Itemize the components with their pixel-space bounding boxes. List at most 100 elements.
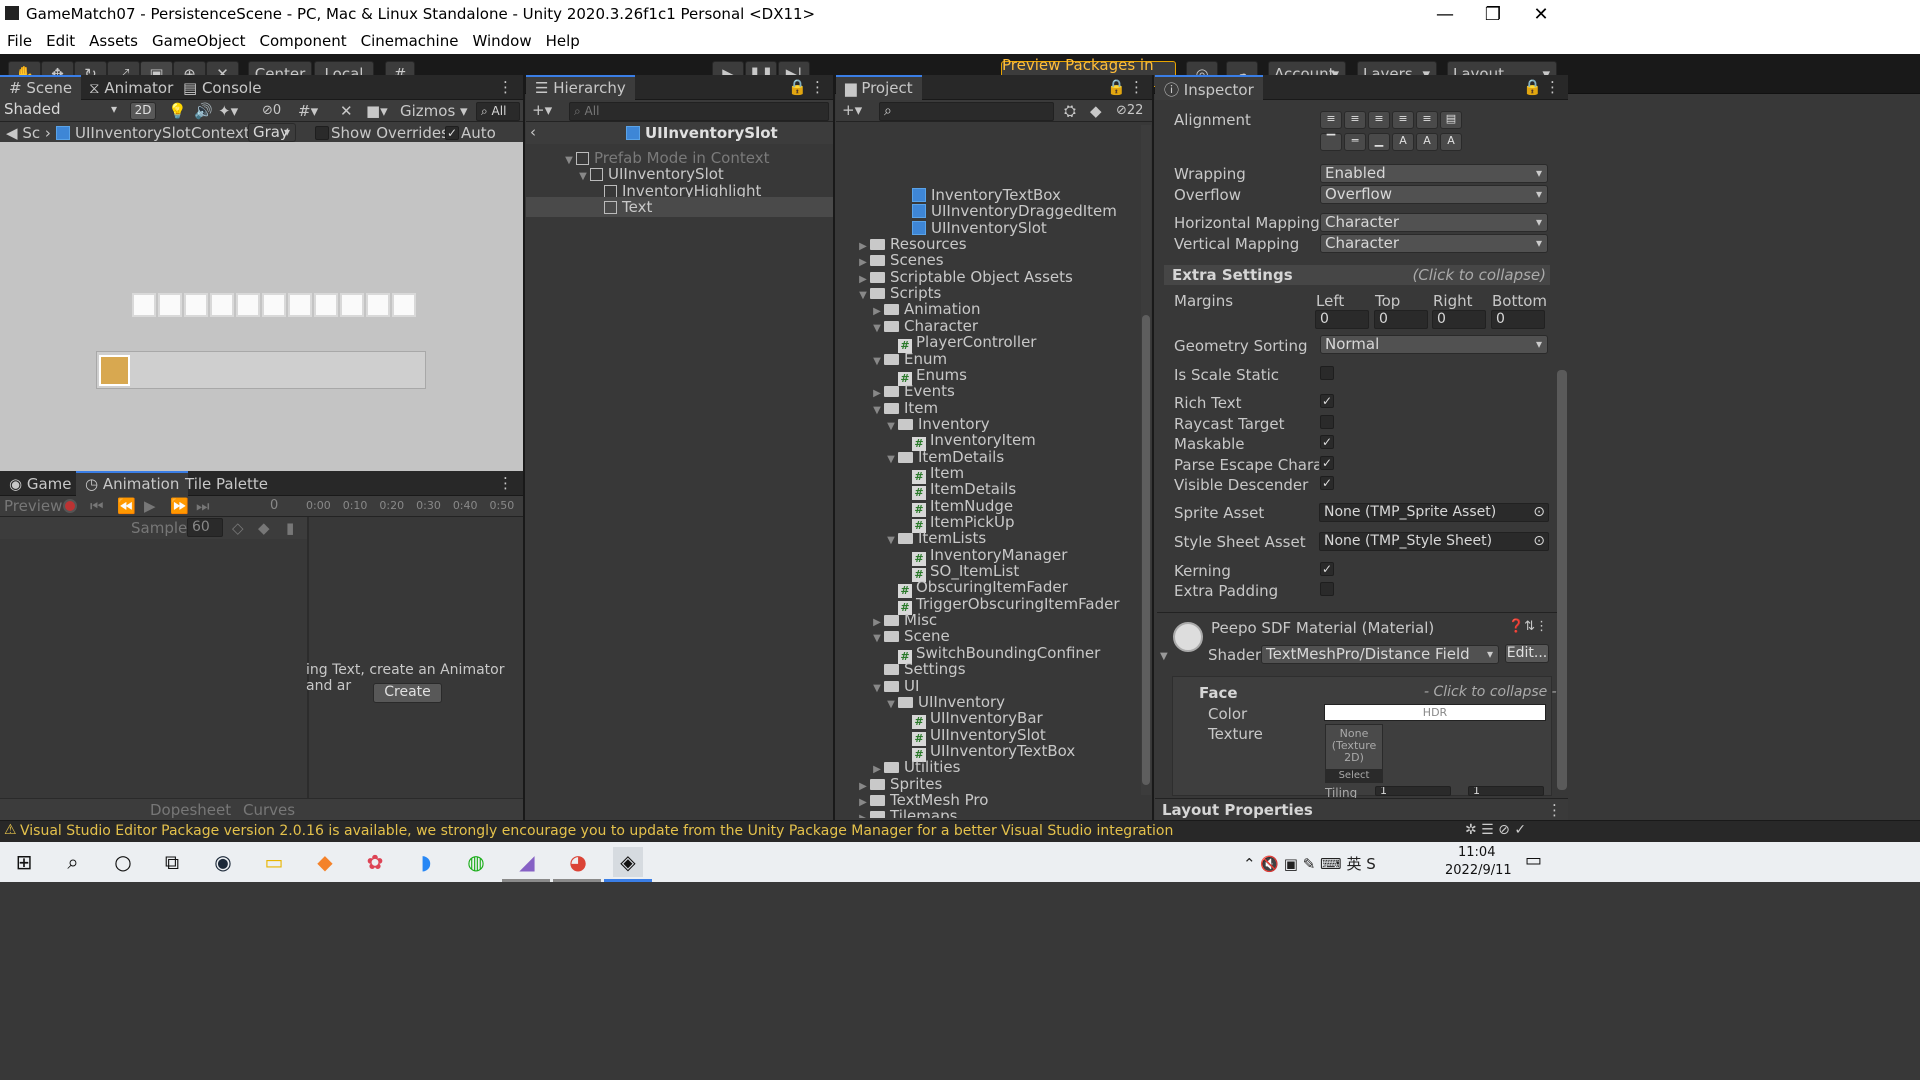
tab-project[interactable]: ▆ Project (836, 75, 922, 100)
scale-static-checkbox[interactable] (1320, 366, 1334, 380)
gaming-app-icon[interactable]: ◆ (310, 847, 340, 877)
inspector-scrollbar-thumb[interactable] (1557, 370, 1567, 790)
first-keyframe-icon[interactable]: ⏮ (90, 497, 104, 515)
menu-gameobject[interactable]: GameObject (145, 28, 253, 50)
visible-descender-checkbox[interactable]: ✓ (1320, 476, 1334, 490)
shader-dropdown[interactable]: TextMeshPro/Distance Field (1261, 645, 1499, 664)
face-color-swatch[interactable]: HDR (1324, 704, 1546, 721)
expand-arrow-icon[interactable]: ▼ (870, 401, 884, 421)
hierarchy-item[interactable]: Text (526, 197, 833, 218)
cortana-icon[interactable]: ○ (108, 847, 138, 877)
align-middle-icon[interactable]: ═ (1344, 133, 1366, 151)
task-view-icon[interactable]: ⧉ (157, 847, 187, 877)
sprite-asset-field[interactable]: None (TMP_Sprite Asset) ⊙ (1319, 503, 1549, 522)
style-sheet-field[interactable]: None (TMP_Style Sheet) ⊙ (1319, 532, 1549, 551)
expand-arrow-icon[interactable]: ▼ (870, 679, 884, 699)
close-button[interactable]: ✕ (1512, 0, 1570, 28)
shading-dropdown[interactable]: Shaded (0, 101, 122, 120)
expand-arrow-icon[interactable]: ▼ (870, 629, 884, 649)
expand-arrow-icon[interactable]: ▼ (884, 531, 898, 551)
lock-icon[interactable]: 🔒 (788, 78, 807, 96)
expand-arrow-icon[interactable]: ▼ (856, 286, 870, 306)
breadcrumb-root[interactable]: ◀ Sc › (6, 124, 51, 142)
expand-arrow-icon[interactable]: ▼ (870, 319, 884, 339)
align-top-icon[interactable]: ▔ (1320, 133, 1342, 151)
margin-right-field[interactable]: 0 (1432, 310, 1486, 329)
status-message[interactable]: Visual Studio Editor Package version 2.0… (20, 823, 1173, 839)
camera-icon[interactable]: ■▾ (366, 102, 388, 120)
more-icon[interactable]: ⋮ (498, 474, 513, 492)
object-picker-icon[interactable]: ⊙ (1533, 504, 1545, 521)
menu-file[interactable]: File (0, 28, 39, 50)
tab-dopesheet[interactable]: Dopesheet (150, 801, 231, 819)
chrome-icon[interactable]: ◕ (563, 847, 593, 877)
tab-inspector[interactable]: ⓘ Inspector (1155, 75, 1263, 100)
add-keyframe-icon[interactable]: ◇ (232, 519, 244, 537)
menu-cinemachine[interactable]: Cinemachine (354, 28, 466, 50)
back-icon[interactable]: ‹ (530, 123, 536, 141)
project-item[interactable]: ▶ Tilemaps (856, 806, 957, 818)
margin-bottom-field[interactable]: 0 (1491, 310, 1545, 329)
grid-icon[interactable]: #▾ (298, 102, 318, 120)
margin-top-field[interactable]: 0 (1374, 310, 1428, 329)
notification-icon[interactable]: ▭ (1525, 850, 1542, 871)
more-icon[interactable]: ⋮ (1129, 78, 1144, 96)
gizmos-dropdown[interactable]: Gizmos ▾ (400, 102, 468, 120)
align-justify-icon[interactable]: ≡ (1392, 111, 1414, 129)
align-right-icon[interactable]: ≡ (1368, 111, 1390, 129)
search-icon[interactable]: ⌕ (58, 847, 88, 877)
effects-icon[interactable]: ✦▾ (218, 102, 238, 120)
parse-escape-checkbox[interactable]: ✓ (1320, 456, 1334, 470)
wrapping-dropdown[interactable]: Enabled (1320, 164, 1548, 183)
audio-icon[interactable]: 🔊 (194, 102, 213, 120)
inventory-slot-selected[interactable] (99, 355, 130, 386)
inventory-slot[interactable] (210, 293, 234, 317)
record-button[interactable] (63, 499, 77, 513)
hidden-objects-icon[interactable]: ⊘0 (262, 103, 281, 118)
tab-curves[interactable]: Curves (243, 801, 295, 819)
more-icon[interactable]: ⋮ (498, 78, 513, 96)
expand-arrow-icon[interactable]: ▼ (870, 352, 884, 372)
more-icon[interactable]: ⋮ (1547, 801, 1562, 819)
overflow-dropdown[interactable]: Overflow (1320, 185, 1548, 204)
add-object-icon[interactable]: +▾ (532, 101, 552, 119)
auto-save-checkbox[interactable]: ✓ (445, 126, 459, 140)
windows-start-icon[interactable]: ⊞ (9, 847, 39, 877)
expand-arrow-icon[interactable]: ▼ (884, 450, 898, 470)
tab-animation[interactable]: ◷ Animation (76, 471, 189, 496)
samples-field[interactable]: 60 (187, 518, 223, 537)
tab-scene[interactable]: # Scene (0, 75, 82, 100)
extra-settings-header[interactable]: Extra Settings (Click to collapse) (1164, 265, 1550, 285)
lock-icon[interactable]: 🔒 (1107, 78, 1126, 96)
last-keyframe-icon[interactable]: ⏭ (196, 497, 210, 515)
menu-edit[interactable]: Edit (39, 28, 82, 50)
inventory-slot[interactable] (366, 293, 390, 317)
inventory-bar[interactable] (96, 351, 426, 389)
2d-toggle[interactable]: 2D (130, 102, 156, 120)
align-left-icon[interactable]: ≡ (1320, 111, 1342, 129)
clock-date[interactable]: 2022/9/11 (1445, 863, 1512, 878)
raycast-target-checkbox[interactable] (1320, 415, 1334, 429)
status-icons[interactable]: ✲ ☰ ⊘ ✓ (1465, 822, 1526, 838)
lighting-icon[interactable]: 💡 (168, 102, 187, 120)
tray-icons[interactable]: ⌃ 🔇 ▣ ✎ ⌨ 英 S (1243, 853, 1376, 874)
tiling-x-field[interactable]: 1 (1375, 786, 1451, 796)
photos-icon[interactable]: ✿ (360, 847, 390, 877)
inventory-slot[interactable] (392, 293, 416, 317)
create-animator-button[interactable]: Create (373, 683, 442, 703)
align-bottom-icon[interactable]: ▁ (1368, 133, 1390, 151)
layout-properties-bar[interactable]: Layout Properties ⋮ (1155, 798, 1568, 820)
inventory-slot[interactable] (288, 293, 312, 317)
breadcrumb-current[interactable]: UIInventorySlot (56, 124, 191, 142)
lock-icon[interactable]: 🔒 (1523, 78, 1542, 96)
expand-arrow-icon[interactable]: ▼ (884, 417, 898, 437)
texture-select-button[interactable]: Select (1325, 769, 1383, 783)
scene-search-input[interactable]: ⌕ All (476, 102, 520, 121)
extra-padding-checkbox[interactable] (1320, 582, 1334, 596)
preview-button[interactable]: Preview (4, 497, 62, 515)
align-midline-icon[interactable]: A (1416, 133, 1438, 151)
inventory-slot[interactable] (184, 293, 208, 317)
horizontal-mapping-dropdown[interactable]: Character (1320, 213, 1548, 232)
add-event-icon[interactable]: ◆ (258, 519, 270, 537)
tab-tile-palette[interactable]: Tile Palette (176, 471, 277, 496)
